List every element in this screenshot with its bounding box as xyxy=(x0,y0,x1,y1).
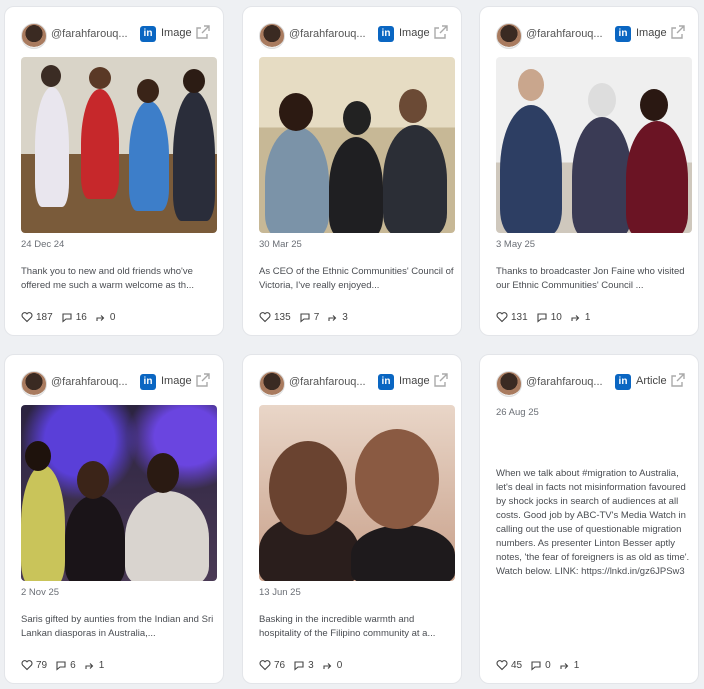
external-link-icon[interactable] xyxy=(433,24,449,40)
comment-icon[interactable] xyxy=(61,311,73,323)
comment-icon[interactable] xyxy=(293,659,305,671)
external-link-icon[interactable] xyxy=(195,24,211,40)
post-text: Thanks to broadcaster Jon Faine who visi… xyxy=(496,266,685,291)
comments-count: 6 xyxy=(70,659,76,671)
likes-count: 135 xyxy=(274,311,291,323)
post-image[interactable] xyxy=(496,57,692,233)
heart-icon[interactable] xyxy=(496,659,508,671)
shares-count: 1 xyxy=(584,311,591,323)
post-stats: 79 6 1 xyxy=(21,659,104,671)
heart-icon[interactable] xyxy=(259,311,271,323)
post-text: Thank you to new and old friends who've … xyxy=(21,266,195,291)
comments-count: 3 xyxy=(308,659,314,671)
share-icon[interactable] xyxy=(327,311,339,323)
post-stats: 187 16 0 xyxy=(21,311,115,323)
post-stats: 45 0 1 xyxy=(496,659,579,671)
share-icon[interactable] xyxy=(570,311,582,323)
post-text: When we talk about #migration to Austral… xyxy=(496,468,690,577)
external-link-icon[interactable] xyxy=(433,372,449,388)
linkedin-icon: in xyxy=(378,374,394,390)
post-text: Saris gifted by aunties from the Indian … xyxy=(21,614,214,639)
post-date: 13 Jun 25 xyxy=(259,587,301,598)
post-type-label: Image xyxy=(161,375,192,387)
likes-count: 131 xyxy=(511,311,528,323)
post-text: Basking in the incredible warmth and hos… xyxy=(259,614,436,639)
shares-count: 1 xyxy=(98,659,105,671)
comments-count: 10 xyxy=(550,311,562,323)
external-link-icon[interactable] xyxy=(670,24,686,40)
author-handle[interactable]: @farahfarouq... xyxy=(526,28,610,40)
post-card[interactable]: @farahfarouq... in Image 13 Jun 25 Baski… xyxy=(242,354,462,684)
author-handle[interactable]: @farahfarouq... xyxy=(51,376,135,388)
linkedin-icon: in xyxy=(378,26,394,42)
post-image[interactable] xyxy=(259,57,455,233)
avatar xyxy=(496,371,522,397)
post-type-label: Article xyxy=(636,375,667,387)
likes-count: 45 xyxy=(511,659,523,671)
external-link-icon[interactable] xyxy=(195,372,211,388)
avatar xyxy=(259,23,285,49)
comment-icon[interactable] xyxy=(536,311,548,323)
comment-icon[interactable] xyxy=(299,311,311,323)
heart-icon[interactable] xyxy=(21,311,33,323)
share-icon[interactable] xyxy=(95,311,107,323)
share-icon[interactable] xyxy=(322,659,334,671)
shares-count: 0 xyxy=(336,659,343,671)
likes-count: 76 xyxy=(274,659,286,671)
heart-icon[interactable] xyxy=(496,311,508,323)
post-card[interactable]: @farahfarouq... in Image 24 Dec 24 Thank… xyxy=(4,6,224,336)
post-stats: 131 10 1 xyxy=(496,311,590,323)
shares-count: 1 xyxy=(573,659,580,671)
author-handle[interactable]: @farahfarouq... xyxy=(526,376,610,388)
comments-count: 16 xyxy=(75,311,87,323)
post-image[interactable] xyxy=(21,57,217,233)
post-date: 30 Mar 25 xyxy=(259,239,302,250)
avatar xyxy=(21,23,47,49)
shares-count: 3 xyxy=(342,311,348,323)
post-type-label: Image xyxy=(399,375,430,387)
post-card[interactable]: @farahfarouq... in Image 3 May 25 Thanks… xyxy=(479,6,699,336)
avatar xyxy=(21,371,47,397)
post-type-label: Image xyxy=(161,27,192,39)
heart-icon[interactable] xyxy=(21,659,33,671)
post-stats: 76 3 0 xyxy=(259,659,342,671)
post-text: As CEO of the Ethnic Communities' Counci… xyxy=(259,266,454,291)
post-date: 24 Dec 24 xyxy=(21,239,65,250)
share-icon[interactable] xyxy=(559,659,571,671)
comments-count: 0 xyxy=(545,659,551,671)
linkedin-icon: in xyxy=(140,374,156,390)
linkedin-icon: in xyxy=(140,26,156,42)
post-date: 3 May 25 xyxy=(496,239,536,250)
share-icon[interactable] xyxy=(84,659,96,671)
post-type-label: Image xyxy=(399,27,430,39)
likes-count: 79 xyxy=(36,659,48,671)
post-date: 26 Aug 25 xyxy=(496,407,539,418)
comment-icon[interactable] xyxy=(530,659,542,671)
post-card[interactable]: @farahfarouq... in Image 30 Mar 25 As CE… xyxy=(242,6,462,336)
post-card[interactable]: @farahfarouq... in Image 2 Nov 25 Saris … xyxy=(4,354,224,684)
author-handle[interactable]: @farahfarouq... xyxy=(51,28,135,40)
external-link-icon[interactable] xyxy=(670,372,686,388)
heart-icon[interactable] xyxy=(259,659,271,671)
likes-count: 187 xyxy=(36,311,53,323)
linkedin-icon: in xyxy=(615,374,631,390)
author-handle[interactable]: @farahfarouq... xyxy=(289,28,373,40)
avatar xyxy=(496,23,522,49)
shares-count: 0 xyxy=(109,311,116,323)
comments-count: 7 xyxy=(313,311,320,323)
linkedin-icon: in xyxy=(615,26,631,42)
post-card[interactable]: @farahfarouq... in Article 26 Aug 25 Whe… xyxy=(479,354,699,684)
post-stats: 135 7 3 xyxy=(259,311,348,323)
avatar xyxy=(259,371,285,397)
post-type-label: Image xyxy=(636,27,667,39)
post-image[interactable] xyxy=(259,405,455,581)
comment-icon[interactable] xyxy=(55,659,67,671)
post-date: 2 Nov 25 xyxy=(21,587,60,598)
post-image[interactable] xyxy=(21,405,217,581)
author-handle[interactable]: @farahfarouq... xyxy=(289,376,373,388)
